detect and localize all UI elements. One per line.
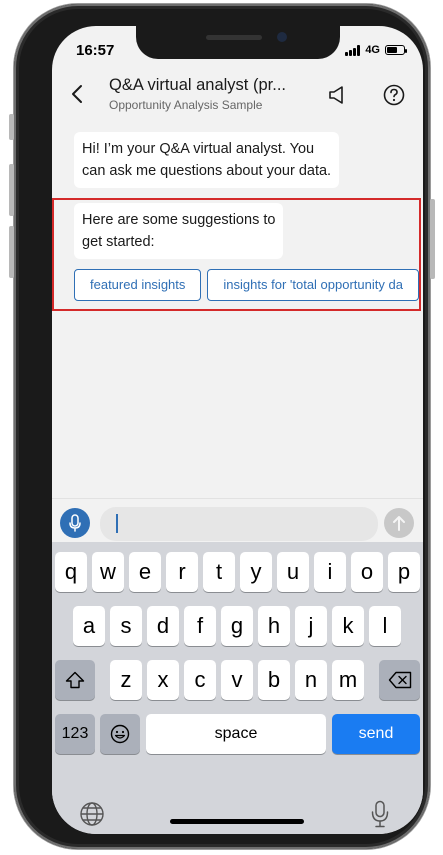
dictation-mic-icon bbox=[371, 800, 389, 828]
shift-key[interactable] bbox=[55, 660, 95, 700]
dictation-button[interactable] bbox=[368, 798, 392, 830]
speaker-icon bbox=[329, 86, 343, 104]
silent-switch bbox=[9, 114, 14, 140]
key-m[interactable]: m bbox=[332, 660, 364, 700]
space-key[interactable]: space bbox=[146, 714, 326, 754]
submit-button[interactable] bbox=[384, 508, 414, 538]
back-button[interactable] bbox=[66, 82, 88, 106]
volume-up-button bbox=[9, 164, 14, 216]
screen: 16:57 4G Q&A virtual analyst (pr... Oppo… bbox=[52, 26, 423, 834]
key-y[interactable]: y bbox=[240, 552, 272, 592]
message-line: get started: bbox=[82, 234, 155, 250]
key-c[interactable]: c bbox=[184, 660, 216, 700]
key-v[interactable]: v bbox=[221, 660, 253, 700]
status-time: 16:57 bbox=[76, 42, 115, 59]
battery-icon bbox=[385, 45, 407, 55]
message-line: Here are some suggestions to bbox=[82, 212, 276, 228]
message-line: can ask me questions about your data. bbox=[82, 163, 332, 179]
globe-icon bbox=[80, 802, 104, 826]
key-h[interactable]: h bbox=[258, 606, 290, 646]
help-icon bbox=[383, 84, 405, 106]
question-input[interactable] bbox=[100, 507, 378, 541]
text-caret bbox=[116, 514, 118, 533]
key-d[interactable]: d bbox=[147, 606, 179, 646]
help-button[interactable] bbox=[381, 82, 407, 108]
globe-button[interactable] bbox=[78, 800, 106, 828]
key-u[interactable]: u bbox=[277, 552, 309, 592]
numbers-key[interactable]: 123 bbox=[55, 714, 95, 754]
home-indicator[interactable] bbox=[170, 819, 304, 824]
network-type: 4G bbox=[365, 44, 380, 56]
key-f[interactable]: f bbox=[184, 606, 216, 646]
key-g[interactable]: g bbox=[221, 606, 253, 646]
message-input-bar bbox=[52, 498, 423, 543]
voice-input-button[interactable] bbox=[60, 508, 90, 538]
backspace-key[interactable] bbox=[379, 660, 420, 700]
emoji-key[interactable] bbox=[100, 714, 140, 754]
key-q[interactable]: q bbox=[55, 552, 87, 592]
message-line: Hi! I’m your Q&A virtual analyst. You bbox=[82, 141, 315, 157]
key-r[interactable]: r bbox=[166, 552, 198, 592]
back-chevron-icon bbox=[72, 85, 82, 103]
status-indicators: 4G bbox=[345, 44, 407, 56]
suggestion-chip-row: featured insights insights for 'total op… bbox=[74, 269, 419, 301]
page-subtitle: Opportunity Analysis Sample bbox=[109, 98, 263, 112]
shift-icon bbox=[65, 671, 85, 689]
power-button bbox=[430, 199, 435, 279]
key-i[interactable]: i bbox=[314, 552, 346, 592]
backspace-icon bbox=[388, 671, 411, 689]
suggestion-chip-featured-insights[interactable]: featured insights bbox=[74, 269, 202, 301]
key-b[interactable]: b bbox=[258, 660, 290, 700]
suggestion-chip-total-opportunity[interactable]: insights for 'total opportunity da bbox=[207, 269, 419, 301]
volume-down-button bbox=[9, 226, 14, 278]
phone-frame: 16:57 4G Q&A virtual analyst (pr... Oppo… bbox=[9, 4, 435, 849]
key-l[interactable]: l bbox=[369, 606, 401, 646]
key-j[interactable]: j bbox=[295, 606, 327, 646]
key-s[interactable]: s bbox=[110, 606, 142, 646]
mic-icon bbox=[69, 514, 81, 532]
send-key[interactable]: send bbox=[332, 714, 420, 754]
signal-icon bbox=[345, 44, 361, 56]
send-arrow-icon bbox=[393, 516, 405, 531]
key-t[interactable]: t bbox=[203, 552, 235, 592]
key-a[interactable]: a bbox=[73, 606, 105, 646]
key-k[interactable]: k bbox=[332, 606, 364, 646]
key-x[interactable]: x bbox=[147, 660, 179, 700]
emoji-icon bbox=[110, 724, 130, 744]
notch bbox=[136, 26, 340, 59]
key-w[interactable]: w bbox=[92, 552, 124, 592]
key-n[interactable]: n bbox=[295, 660, 327, 700]
key-e[interactable]: e bbox=[129, 552, 161, 592]
message-bubble-suggestions: Here are some suggestions to get started… bbox=[74, 203, 284, 259]
message-bubble-greeting: Hi! I’m your Q&A virtual analyst. You ca… bbox=[74, 132, 340, 188]
on-screen-keyboard: q w e r t y u i o p a s d f g h j k l z … bbox=[52, 542, 423, 834]
key-p[interactable]: p bbox=[388, 552, 420, 592]
key-z[interactable]: z bbox=[110, 660, 142, 700]
page-title: Q&A virtual analyst (pr... bbox=[109, 76, 286, 94]
key-o[interactable]: o bbox=[351, 552, 383, 592]
speaker-button[interactable] bbox=[324, 82, 350, 108]
